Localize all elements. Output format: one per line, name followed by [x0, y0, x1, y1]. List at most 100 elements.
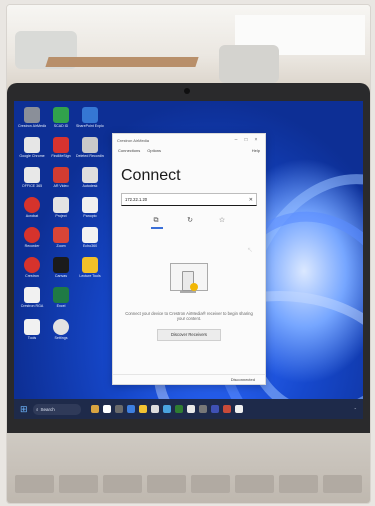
- connection-status: Disconnected: [230, 377, 255, 382]
- chair: [219, 45, 279, 83]
- desktop-icon[interactable]: Crestron: [18, 257, 46, 278]
- system-tray[interactable]: ⌃: [354, 407, 357, 412]
- laptop-base: [7, 433, 370, 503]
- mode-toolbar: ⧉ ↻ ☆: [113, 216, 265, 229]
- windows-start-icon[interactable]: ⊞: [20, 404, 29, 414]
- desktop-icon[interactable]: Autodesk: [76, 167, 104, 188]
- close-icon[interactable]: ✕: [249, 197, 253, 203]
- connect-illustration: [164, 259, 214, 301]
- desktop-icon[interactable]: Recorder: [18, 227, 46, 248]
- app-icon: [53, 107, 69, 123]
- address-value: 172.22.1.20: [125, 197, 148, 202]
- star-icon: ☆: [218, 217, 226, 224]
- cast-icon: ⧉: [153, 217, 159, 224]
- menu-options[interactable]: Options: [147, 148, 161, 153]
- title-bar: Crestron AirMedia – □ ×: [113, 134, 265, 146]
- mode-cast[interactable]: ⧉: [151, 216, 163, 229]
- discover-receivers-button[interactable]: Discover Receivers: [157, 328, 221, 341]
- mode-favorites[interactable]: ☆: [217, 216, 227, 229]
- laptop-lid: Crestron AirMedia SCAD ID SharePoint Exp…: [7, 83, 370, 433]
- mode-refresh[interactable]: ↻: [185, 216, 195, 229]
- desktop-icon[interactable]: Deleted Recording: [76, 137, 104, 158]
- desktop-icon[interactable]: Acrobat: [18, 197, 46, 218]
- menu-bar: Connections Options Help: [113, 146, 265, 155]
- table: [45, 57, 199, 67]
- app-icon: [24, 197, 40, 213]
- app-icon: [82, 197, 98, 213]
- app-icon: [82, 167, 98, 183]
- key: [59, 475, 98, 493]
- taskbar-app-icon[interactable]: [151, 405, 159, 413]
- app-icon: [82, 257, 98, 273]
- desktop-icon[interactable]: Echo360: [76, 227, 104, 248]
- app-icon: [82, 227, 98, 243]
- page-title: Connect: [121, 167, 181, 184]
- key: [323, 475, 362, 493]
- app-icon: [53, 167, 69, 183]
- taskbar-search[interactable]: ⌕ Search: [33, 403, 81, 415]
- connect-description: Connect your device to Crestron AirMedia…: [125, 310, 253, 321]
- desktop-icon[interactable]: Project: [47, 197, 75, 218]
- app-icon: [53, 137, 69, 153]
- taskbar-app-icon[interactable]: [139, 405, 147, 413]
- desktop-icon[interactable]: Lecture Tools: [76, 257, 104, 278]
- taskbar-app-icon[interactable]: [211, 405, 219, 413]
- address-input[interactable]: 172.22.1.20 ✕: [121, 193, 257, 206]
- desktop-icon[interactable]: SCAD ID: [47, 107, 75, 128]
- minimize-button[interactable]: –: [231, 137, 241, 143]
- app-icon: [82, 107, 98, 123]
- app-icon: [24, 227, 40, 243]
- desktop-icon[interactable]: OFFICE 365: [18, 167, 46, 188]
- desktop-icon[interactable]: Google Chrome: [18, 137, 46, 158]
- taskbar-app-icon[interactable]: [175, 405, 183, 413]
- desktop-icon[interactable]: SharePoint Explorer: [76, 107, 104, 128]
- taskbar-app-icon[interactable]: [163, 405, 171, 413]
- taskbar: ⊞ ⌕ Search ⌃: [14, 399, 363, 419]
- desktop-icon[interactable]: Panopto: [76, 197, 104, 218]
- search-label: Search: [40, 406, 55, 412]
- app-icon: [82, 137, 98, 153]
- mouse-cursor-icon: ↖: [247, 247, 253, 254]
- app-icon: [53, 257, 69, 273]
- taskbar-app-icon[interactable]: [187, 405, 195, 413]
- key: [103, 475, 142, 493]
- app-icon: [53, 319, 69, 335]
- app-icon: [24, 287, 40, 303]
- key: [235, 475, 274, 493]
- taskbar-app-icon[interactable]: [127, 405, 135, 413]
- desktop-icon[interactable]: Crestron RGA: [18, 287, 46, 308]
- webcam: [184, 88, 190, 94]
- desktop-icon[interactable]: Excel: [47, 287, 75, 308]
- app-icon: [53, 197, 69, 213]
- desktop-icon[interactable]: Canvas: [47, 257, 75, 278]
- taskbar-app-icon[interactable]: [235, 405, 243, 413]
- taskbar-apps: [91, 405, 243, 413]
- app-icon: [53, 287, 69, 303]
- laptop-screen: Crestron AirMedia SCAD ID SharePoint Exp…: [14, 101, 363, 419]
- menu-connections[interactable]: Connections: [118, 148, 140, 153]
- key: [191, 475, 230, 493]
- status-bar: Disconnected: [113, 374, 265, 384]
- taskbar-app-icon[interactable]: [115, 405, 123, 413]
- key: [15, 475, 54, 493]
- desktop-icon[interactable]: AR Video: [47, 167, 75, 188]
- keyboard-row: [15, 475, 362, 493]
- refresh-icon: ↻: [187, 217, 193, 224]
- app-icon: [53, 227, 69, 243]
- active-tab-indicator: [151, 227, 163, 229]
- taskbar-app-icon[interactable]: [223, 405, 231, 413]
- taskbar-app-icon[interactable]: [91, 405, 99, 413]
- desktop-icon[interactable]: Zoom: [47, 227, 75, 248]
- desktop-icon[interactable]: FindMeSign: [47, 137, 75, 158]
- desktop-icon[interactable]: Crestron AirMedia: [18, 107, 46, 128]
- window-title: Crestron AirMedia: [117, 137, 150, 143]
- taskbar-app-icon[interactable]: [199, 405, 207, 413]
- badge-icon: [190, 282, 198, 291]
- desktop-icon[interactable]: Settings: [47, 319, 75, 340]
- desktop-icon[interactable]: Tools: [18, 319, 46, 340]
- app-icon: [24, 319, 40, 335]
- close-button[interactable]: ×: [251, 137, 261, 143]
- menu-help[interactable]: Help: [252, 148, 260, 153]
- maximize-button[interactable]: □: [241, 137, 251, 143]
- taskbar-app-icon[interactable]: [103, 405, 111, 413]
